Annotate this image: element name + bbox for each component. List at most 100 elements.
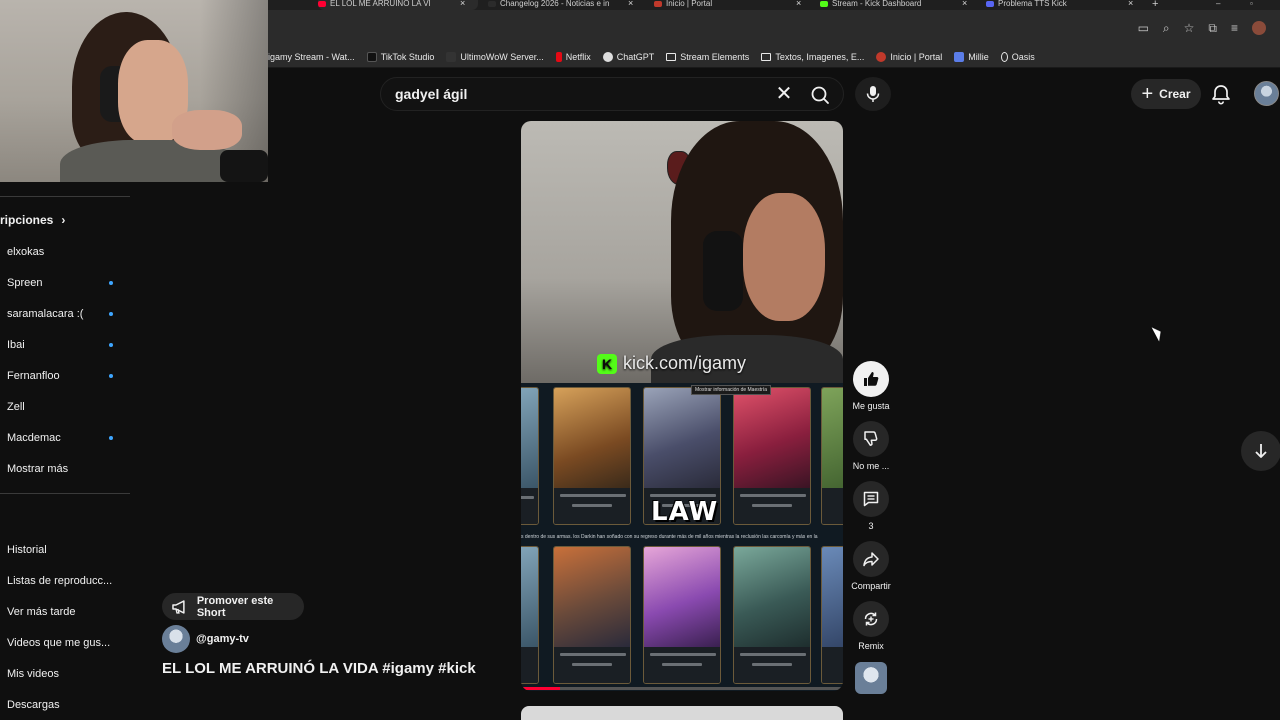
notifications-button[interactable] — [1208, 81, 1234, 107]
sidebar-item-label: Mis videos — [7, 668, 59, 680]
next-short-preview[interactable] — [521, 706, 843, 720]
next-short-button[interactable] — [1241, 431, 1280, 471]
close-tab-icon[interactable]: × — [962, 0, 967, 8]
search-input[interactable] — [395, 78, 755, 110]
champion-card — [733, 546, 811, 684]
address-bar-actions: ▭ ⌕ ☆ ⧉ ≡ — [1138, 10, 1280, 46]
search-box: ✕ — [380, 77, 844, 111]
bookmark-stream-elements[interactable]: Stream Elements — [666, 52, 749, 62]
kick-url-overlay: K kick.com/igamy — [597, 353, 746, 374]
minimize-icon[interactable]: – — [1216, 0, 1226, 10]
bookmark-chatgpt[interactable]: ChatGPT — [602, 51, 655, 62]
maximize-icon[interactable]: ▫ — [1250, 0, 1260, 10]
close-tab-icon[interactable]: × — [796, 0, 801, 8]
sidebar-item-macdemac[interactable]: Macdemac — [7, 427, 127, 449]
extensions-icon[interactable]: ⧉ — [1208, 21, 1217, 36]
bookmark-igamy-stream[interactable]: igamy Stream - Wat... — [268, 52, 355, 62]
millie-icon — [954, 51, 965, 62]
voice-search-button[interactable] — [855, 77, 891, 111]
short-title[interactable]: EL LOL ME ARRUINÓ LA VIDA #igamy #kick — [162, 660, 476, 677]
channel-name[interactable]: @gamy-tv — [196, 633, 249, 645]
browser-tab-tts[interactable]: Problema TTS Kick × — [986, 0, 1138, 10]
sidebar-item-downloads[interactable]: Descargas — [7, 694, 127, 716]
mouse-cursor-icon — [1151, 324, 1165, 342]
sidebar-show-more[interactable]: Mostrar más — [7, 458, 127, 480]
sidebar-item-spreen[interactable]: Spreen — [7, 272, 127, 294]
sound-thumbnail[interactable] — [855, 662, 887, 694]
create-button[interactable]: + Crear — [1131, 79, 1201, 109]
cast-icon[interactable]: ▭ — [1138, 21, 1149, 35]
kick-favicon-icon — [820, 1, 828, 7]
chatgpt-icon — [602, 51, 613, 62]
dislike-button[interactable]: No me ... — [850, 421, 892, 471]
subscriptions-heading[interactable]: ripciones › — [0, 213, 65, 227]
bookmark-oasis[interactable]: Oasis — [1000, 51, 1035, 62]
close-tab-icon[interactable]: × — [1128, 0, 1133, 8]
sidebar-item-my-videos[interactable]: Mis videos — [7, 663, 127, 685]
bookmark-textos-imagenes[interactable]: Textos, Imagenes, E... — [761, 52, 864, 62]
browser-tab-youtube[interactable]: EL LOL ME ARRUINÓ LA VI × — [318, 0, 478, 10]
bookmark-ultimowow[interactable]: UltimoWoW Server... — [446, 51, 544, 62]
sidebar-item-label: Zell — [7, 401, 25, 413]
champion-card — [643, 546, 721, 684]
browser-tab-kick-dashboard[interactable]: Stream - Kick Dashboard × — [820, 0, 970, 10]
channel-link[interactable]: @gamy-tv — [162, 625, 249, 653]
sidebar-item-label: Descargas — [7, 699, 60, 711]
bookmark-star-icon[interactable]: ☆ — [1184, 21, 1195, 35]
bookmark-label: Millie — [968, 51, 989, 62]
zoom-icon[interactable]: ⌕ — [1163, 21, 1170, 36]
sidebar-item-label: elxokas — [7, 246, 45, 258]
sidebar-item-liked-videos[interactable]: Videos que me gus... — [7, 632, 127, 654]
bell-icon — [1212, 85, 1230, 105]
bookmark-netflix[interactable]: Netflix — [555, 51, 591, 62]
comments-button[interactable]: 3 — [850, 481, 892, 531]
share-button[interactable]: Compartir — [845, 541, 897, 591]
bookmark-tiktok-studio[interactable]: TikTok Studio — [366, 51, 434, 62]
sidebar-item-label: Videos que me gus... — [7, 637, 111, 649]
sidebar-item-watch-later[interactable]: Ver más tarde — [7, 601, 127, 623]
law-watermark: LAW — [651, 497, 719, 527]
bookmark-millie[interactable]: Millie — [954, 51, 989, 62]
browser-profile-avatar[interactable] — [1252, 21, 1266, 35]
sidebar-item-label: Spreen — [7, 277, 43, 289]
remix-label: Remix — [858, 641, 884, 651]
champion-card — [821, 546, 843, 684]
champion-card — [521, 387, 539, 525]
short-progress-bar[interactable] — [521, 687, 843, 690]
new-tab-button[interactable]: + — [1152, 0, 1164, 10]
bookmark-label: Inicio | Portal — [890, 51, 943, 62]
browser-tab-portal[interactable]: Inicio | Portal × — [654, 0, 806, 10]
sidebar-item-elxokas[interactable]: elxokas — [7, 241, 127, 263]
sidebar-item-playlists[interactable]: Listas de reproducc... — [7, 570, 127, 592]
sidebar-item-label: Ibai — [7, 339, 25, 351]
remix-button[interactable]: Remix — [850, 601, 892, 651]
promote-label: Promover este Short — [196, 594, 274, 619]
short-progress-fill — [521, 687, 560, 690]
bookmark-inicio-portal[interactable]: Inicio | Portal — [876, 51, 943, 62]
kick-url-text: kick.com/igamy — [623, 353, 747, 373]
bookmark-label: Netflix — [565, 51, 591, 62]
like-button[interactable]: Me gusta — [850, 361, 892, 411]
bookmark-label: ChatGPT — [616, 51, 655, 62]
sidebar-item-zell[interactable]: Zell — [7, 396, 127, 418]
portal-favicon-icon — [654, 1, 662, 7]
browser-tab-changelog[interactable]: Changelog 2026 - Noticias e in × — [488, 0, 638, 10]
sidebar-item-fernanfloo[interactable]: Fernanfloo — [7, 365, 127, 387]
account-avatar[interactable] — [1254, 81, 1279, 106]
sidebar-item-label: Macdemac — [7, 432, 61, 444]
media-controls-icon[interactable]: ≡ — [1231, 21, 1238, 35]
sidebar-item-saramalacara[interactable]: saramalacara :( — [7, 303, 127, 325]
clear-search-icon[interactable]: ✕ — [773, 84, 795, 106]
sidebar-item-ibai[interactable]: Ibai — [7, 334, 127, 356]
search-button[interactable] — [807, 83, 833, 107]
short-video-player[interactable]: K kick.com/igamy Mostrar información de … — [521, 121, 843, 691]
channel-avatar[interactable] — [162, 625, 190, 653]
sidebar-item-label: Ver más tarde — [7, 606, 76, 618]
sidebar: ripciones › elxokas Spreen saramalacara … — [0, 182, 134, 720]
sidebar-item-history[interactable]: Historial — [7, 539, 127, 561]
close-tab-icon[interactable]: × — [460, 0, 465, 8]
short-streamer-face — [743, 193, 825, 321]
promote-short-button[interactable]: Promover este Short — [162, 593, 304, 620]
kick-logo-icon: K — [597, 353, 617, 374]
close-tab-icon[interactable]: × — [628, 0, 633, 8]
